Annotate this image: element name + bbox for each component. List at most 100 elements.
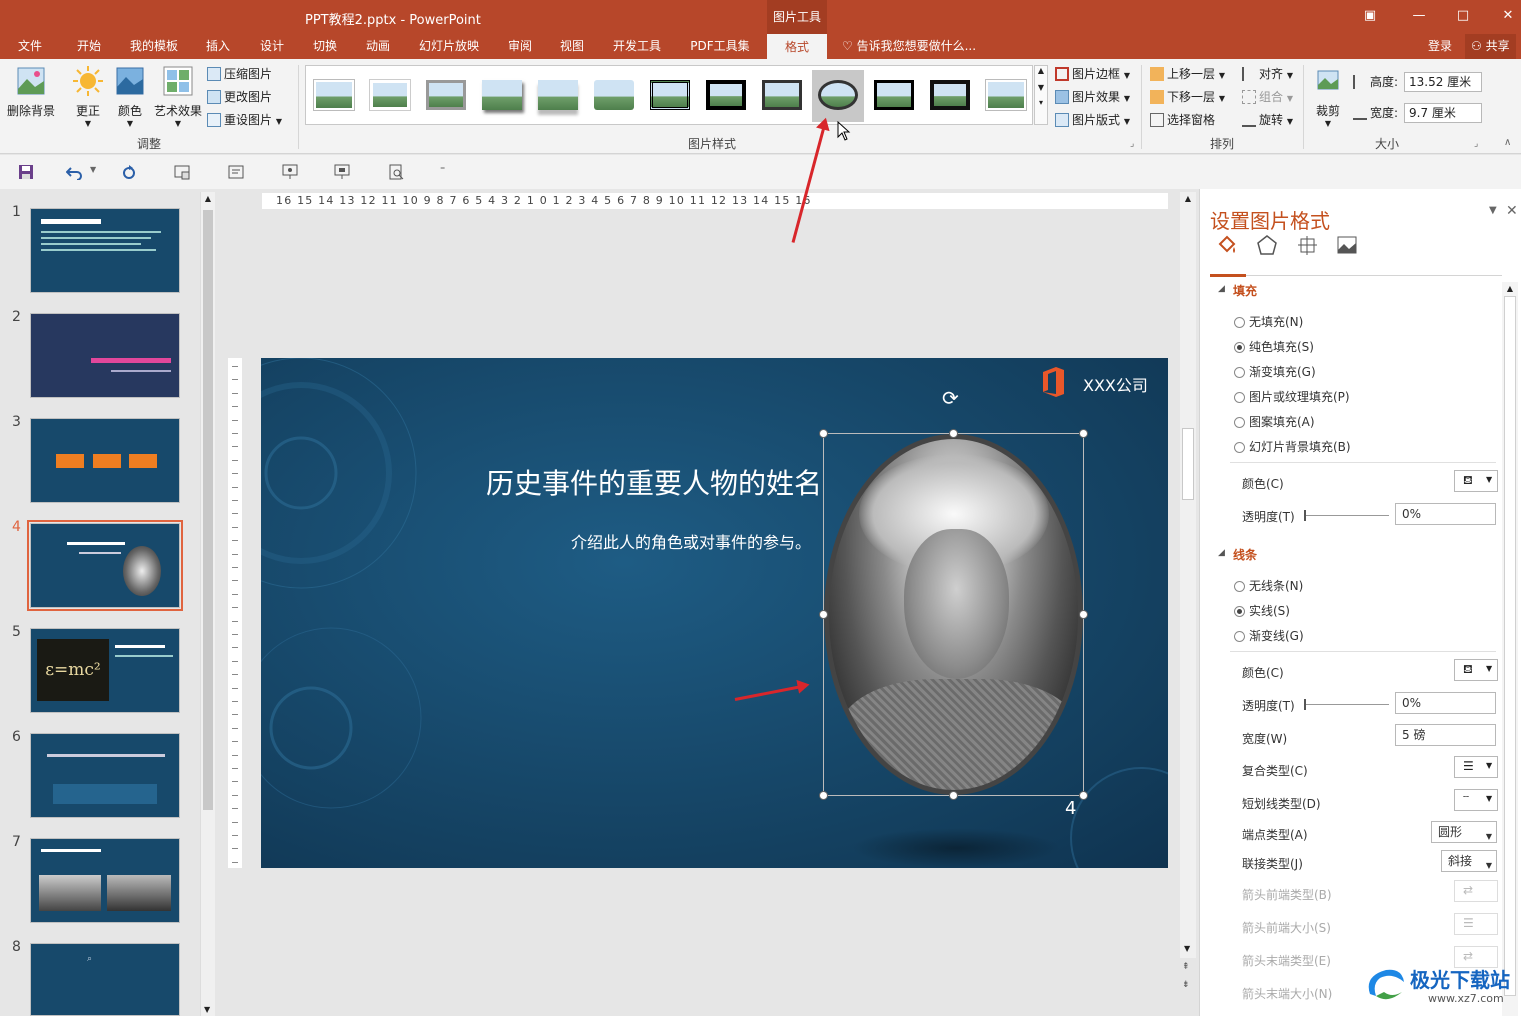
height-input[interactable]: 13.52 厘米 bbox=[1404, 72, 1482, 92]
fill-transparency-input[interactable]: 0% bbox=[1395, 503, 1496, 525]
redo-icon[interactable] bbox=[121, 164, 137, 180]
reset-picture-button[interactable]: 重设图片 ▼ bbox=[207, 110, 282, 130]
gallery-scroll[interactable]: ▲ ▼ ▾ bbox=[1034, 65, 1048, 125]
rotate-button[interactable]: 旋转 ▼ bbox=[1242, 110, 1293, 130]
artistic-effects-button[interactable]: 艺术效果 ▼ bbox=[152, 65, 204, 128]
picture-style-metal-frame[interactable] bbox=[420, 70, 472, 122]
tab-transitions[interactable]: 切换 bbox=[305, 34, 345, 59]
group-button[interactable]: 组合 ▼ bbox=[1242, 87, 1293, 107]
chevron-down-icon[interactable]: ◢ bbox=[1218, 548, 1225, 558]
dialog-launcher-icon[interactable]: ⌟ bbox=[1130, 139, 1134, 149]
slide-thumbnail-5[interactable]: ε=mc² bbox=[30, 628, 180, 713]
line-color-picker[interactable]: ⛾ ▼ bbox=[1454, 659, 1498, 681]
chevron-up-icon[interactable]: ▲ bbox=[201, 194, 215, 203]
radio-solid-fill[interactable]: 纯色填充(S) bbox=[1234, 338, 1314, 355]
resize-handle-ne[interactable] bbox=[1079, 429, 1088, 438]
picture-style-double-frame[interactable] bbox=[644, 70, 696, 122]
resize-handle-e[interactable] bbox=[1079, 610, 1088, 619]
pane-options-icon[interactable]: ▼ bbox=[1489, 205, 1497, 216]
begin-arrow-type-dropdown[interactable]: ⇄ bbox=[1454, 880, 1498, 902]
slide-scrollbar[interactable]: ▲ ▼ bbox=[1180, 192, 1196, 958]
join-type-dropdown[interactable]: 斜接 ▼ bbox=[1441, 850, 1497, 872]
picture-style-oval[interactable] bbox=[812, 70, 864, 122]
tab-my-templates[interactable]: 我的模板 bbox=[124, 34, 184, 59]
tab-view[interactable]: 视图 bbox=[552, 34, 592, 59]
slide-thumbnail-4[interactable] bbox=[27, 520, 183, 611]
compound-type-dropdown[interactable]: ☰ ▼ bbox=[1454, 756, 1498, 778]
login-link[interactable]: 登录 bbox=[1428, 34, 1452, 58]
text-box-icon[interactable] bbox=[228, 164, 244, 180]
radio-pattern-fill[interactable]: 图案填充(A) bbox=[1234, 413, 1315, 430]
radio-no-fill[interactable]: 无填充(N) bbox=[1234, 313, 1303, 330]
scroll-thumb[interactable] bbox=[203, 210, 213, 810]
tab-animations[interactable]: 动画 bbox=[358, 34, 398, 59]
slide-thumbnail-6[interactable] bbox=[30, 733, 180, 818]
slide-subtitle[interactable]: 介绍此人的角色或对事件的参与。 bbox=[571, 529, 811, 553]
radio-gradient-line[interactable]: 渐变线(G) bbox=[1234, 627, 1304, 644]
dash-type-dropdown[interactable]: ┄ ▼ bbox=[1454, 789, 1498, 811]
chevron-up-icon[interactable]: ▲ bbox=[1502, 284, 1518, 293]
radio-solid-line[interactable]: 实线(S) bbox=[1234, 602, 1290, 619]
dialog-launcher-icon[interactable]: ⌟ bbox=[1474, 139, 1478, 149]
gallery-more-icon[interactable]: ▾ bbox=[1035, 98, 1047, 107]
pane-scrollbar[interactable]: ▲ bbox=[1502, 282, 1518, 1016]
picture-style-reflected[interactable] bbox=[532, 70, 584, 122]
slide-title[interactable]: 历史事件的重要人物的姓名 bbox=[486, 462, 822, 502]
effects-pentagon-icon[interactable] bbox=[1256, 234, 1278, 256]
resize-handle-nw[interactable] bbox=[819, 429, 828, 438]
chevron-down-icon[interactable]: ▼ bbox=[90, 165, 96, 174]
slide-thumbnail-3[interactable] bbox=[30, 418, 180, 503]
picture-style-simple-frame[interactable] bbox=[308, 70, 360, 122]
radio-no-line[interactable]: 无线条(N) bbox=[1234, 577, 1303, 594]
picture-layout-button[interactable]: 图片版式 ▼ bbox=[1055, 110, 1130, 130]
tab-design[interactable]: 设计 bbox=[252, 34, 292, 59]
size-properties-icon[interactable] bbox=[1296, 234, 1318, 256]
tab-file[interactable]: 文件 bbox=[8, 34, 52, 59]
maximize-icon[interactable]: □ bbox=[1453, 6, 1473, 26]
scroll-thumb[interactable] bbox=[1182, 428, 1194, 500]
current-slide[interactable]: XXX公司 历史事件的重要人物的姓名 介绍此人的角色或对事件的参与。 ⟳ 4 bbox=[261, 358, 1168, 868]
begin-arrow-size-dropdown[interactable]: ☰ bbox=[1454, 913, 1498, 935]
picture-style-thick-black[interactable] bbox=[700, 70, 752, 122]
picture-effects-button[interactable]: 图片效果 ▼ bbox=[1055, 87, 1130, 107]
resize-handle-w[interactable] bbox=[819, 610, 828, 619]
picture-style-drop-shadow[interactable] bbox=[476, 70, 528, 122]
tab-format[interactable]: 格式 bbox=[767, 34, 827, 59]
line-transparency-input[interactable]: 0% bbox=[1395, 692, 1496, 714]
fill-transparency-slider[interactable] bbox=[1304, 510, 1389, 521]
cap-type-dropdown[interactable]: 圆形 ▼ bbox=[1431, 821, 1497, 843]
chevron-up-icon[interactable]: ▲ bbox=[1035, 66, 1047, 75]
chevron-down-icon[interactable]: ▼ bbox=[1035, 83, 1047, 92]
remove-background-button[interactable]: 删除背景 bbox=[4, 65, 58, 119]
from-beginning-icon[interactable] bbox=[174, 164, 190, 180]
thumbnail-scrollbar[interactable]: ▲ ▼ bbox=[200, 192, 215, 1016]
picture-style-soft-edge[interactable] bbox=[364, 70, 416, 122]
picture-style-dark-frame[interactable] bbox=[756, 70, 808, 122]
chevron-down-icon[interactable]: ◢ bbox=[1218, 284, 1225, 294]
slide-thumbnail-8[interactable]: ⌕ bbox=[30, 943, 180, 1016]
radio-slide-background-fill[interactable]: 幻灯片背景填充(B) bbox=[1234, 438, 1351, 455]
line-width-input[interactable]: 5 磅 bbox=[1395, 724, 1496, 746]
align-button[interactable]: 对齐 ▼ bbox=[1242, 64, 1293, 84]
close-icon[interactable]: ✕ bbox=[1498, 6, 1518, 26]
presenter-view-icon[interactable] bbox=[334, 164, 350, 180]
slide-thumbnail-2[interactable] bbox=[30, 313, 180, 398]
picture-style-soft-rect[interactable] bbox=[588, 70, 640, 122]
undo-icon[interactable] bbox=[66, 164, 82, 180]
fill-section-header[interactable]: 填充 bbox=[1233, 282, 1257, 299]
chevron-down-icon[interactable]: ▼ bbox=[204, 1005, 210, 1014]
resize-handle-s[interactable] bbox=[949, 791, 958, 800]
ribbon-display-options-icon[interactable]: ▣ bbox=[1360, 6, 1380, 26]
picture-icon[interactable] bbox=[1336, 234, 1358, 256]
tab-review[interactable]: 审阅 bbox=[500, 34, 540, 59]
crop-button[interactable]: 裁剪 ▼ bbox=[1310, 65, 1346, 128]
next-slide-icon[interactable]: ⇟ bbox=[1182, 980, 1190, 990]
fill-line-icon[interactable] bbox=[1216, 234, 1238, 256]
present-online-icon[interactable] bbox=[282, 164, 298, 180]
tab-developer[interactable]: 开发工具 bbox=[606, 34, 668, 59]
share-button[interactable]: ⚇ 共享 bbox=[1465, 34, 1516, 59]
picture-border-button[interactable]: 图片边框 ▼ bbox=[1055, 64, 1130, 84]
minimize-icon[interactable]: — bbox=[1409, 6, 1429, 26]
chevron-down-icon[interactable]: ▼ bbox=[1184, 944, 1190, 953]
selection-pane-button[interactable]: 选择窗格 bbox=[1150, 110, 1215, 130]
